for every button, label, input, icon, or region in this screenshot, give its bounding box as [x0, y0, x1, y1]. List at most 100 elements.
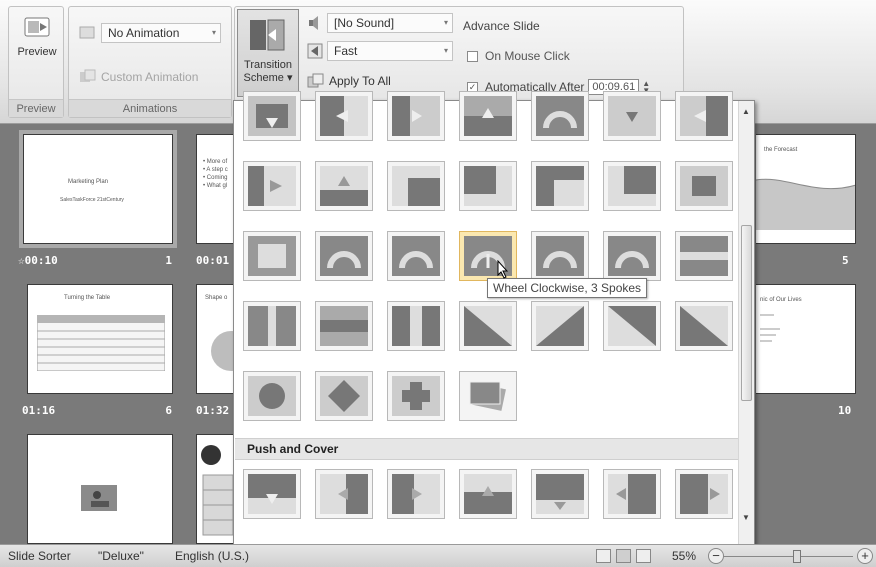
scroll-up-icon[interactable]: ▲: [742, 107, 750, 116]
slide-1-title: Marketing Plan: [68, 179, 109, 185]
slide-thumbnail-12[interactable]: [196, 434, 236, 544]
slide-thumbnail-10[interactable]: nic of Our Lives: [756, 284, 856, 394]
apply-to-all-button[interactable]: Apply To All: [307, 73, 391, 89]
slide-1-number: 1: [165, 254, 172, 267]
transition-strips-icon: [608, 306, 656, 346]
transition-arrow-icon: [320, 96, 368, 136]
transition-box-icon: [248, 236, 296, 276]
transition-tile[interactable]: [387, 231, 445, 281]
cover-left-icon: [608, 474, 656, 514]
transition-tile[interactable]: [387, 301, 445, 351]
custom-animation-button[interactable]: Custom Animation: [79, 69, 198, 85]
transition-tile[interactable]: [675, 91, 733, 141]
slide-thumbnail-6[interactable]: Turning the Table: [27, 284, 173, 394]
transition-tile[interactable]: [315, 371, 373, 421]
push-and-cover-heading: Push and Cover: [235, 438, 738, 460]
zoom-out-icon[interactable]: −: [708, 548, 724, 564]
normal-view-button[interactable]: [596, 549, 611, 563]
transition-tile[interactable]: [531, 91, 589, 141]
slide-7-time: 01:32: [196, 404, 230, 417]
transition-tile[interactable]: [675, 161, 733, 211]
transition-tile[interactable]: [459, 469, 517, 519]
transition-tile[interactable]: [243, 371, 301, 421]
transition-tile[interactable]: [531, 231, 589, 281]
preview-group: Preview Preview: [8, 6, 64, 118]
transition-strips-icon: [464, 306, 512, 346]
scroll-down-icon[interactable]: ▼: [742, 513, 750, 522]
transition-tile[interactable]: [243, 301, 301, 351]
transition-tile[interactable]: [387, 371, 445, 421]
slide-show-view-button[interactable]: [636, 549, 651, 563]
transition-tile[interactable]: [531, 301, 589, 351]
transition-tile[interactable]: [603, 161, 661, 211]
slide-2-time: 00:01: [196, 254, 230, 267]
zoom-slider-knob[interactable]: [793, 550, 801, 563]
animate-icon: [79, 26, 95, 39]
speed-select[interactable]: Fast ▾: [327, 41, 453, 61]
transition-tile[interactable]: [315, 231, 373, 281]
transition-tile[interactable]: [387, 161, 445, 211]
transition-split-icon: [320, 306, 368, 346]
slide-7-shape: [211, 331, 236, 371]
sound-select[interactable]: [No Sound] ▾: [327, 13, 453, 33]
wheel-icon: [608, 236, 656, 276]
transition-tile[interactable]: [315, 301, 373, 351]
transition-tile[interactable]: [315, 91, 373, 141]
transition-tile[interactable]: [459, 91, 517, 141]
on-mouse-click-checkbox[interactable]: [467, 50, 478, 62]
transition-tile[interactable]: [603, 91, 661, 141]
zoom-slider-track[interactable]: [723, 556, 853, 557]
transition-tile[interactable]: [243, 161, 301, 211]
transition-tile[interactable]: [387, 469, 445, 519]
transition-tile[interactable]: [603, 301, 661, 351]
transition-strips-icon: [680, 306, 728, 346]
transition-scheme-button[interactable]: Transition Scheme ▾: [237, 9, 299, 97]
zoom-in-icon[interactable]: +: [857, 548, 873, 564]
slide-2-bullet-1: • More of: [203, 159, 228, 165]
on-mouse-click-option[interactable]: On Mouse Click: [467, 49, 570, 63]
slide-6-number: 6: [165, 404, 172, 417]
transition-tile[interactable]: [675, 301, 733, 351]
zoom-level[interactable]: 55%: [672, 545, 696, 567]
slide-thumbnail-1[interactable]: Marketing Plan SalesTaskForce 21stCentur…: [19, 130, 177, 248]
transition-tile[interactable]: [387, 91, 445, 141]
transition-tile[interactable]: [531, 469, 589, 519]
preview-button[interactable]: Preview: [13, 15, 61, 58]
status-language[interactable]: English (U.S.): [175, 545, 249, 567]
push-up-icon: [464, 474, 512, 514]
slide-sorter-view-button[interactable]: [616, 549, 631, 563]
transition-tile[interactable]: [315, 161, 373, 211]
transition-tile[interactable]: [243, 469, 301, 519]
transition-corner-icon: [464, 166, 512, 206]
transition-tile[interactable]: [603, 231, 661, 281]
transition-corner-icon: [536, 166, 584, 206]
push-left-icon: [320, 474, 368, 514]
slide-1-meta: ☆00:10 1: [18, 254, 178, 270]
slide-thumbnail-2[interactable]: • More of • A step c • Coming • What gl: [196, 134, 236, 244]
status-view-name: Slide Sorter: [8, 549, 71, 563]
transition-tile[interactable]: [459, 161, 517, 211]
slide-5-chart: [756, 178, 855, 230]
cover-down-icon: [536, 474, 584, 514]
animate-row[interactable]: [79, 25, 97, 41]
transition-tile[interactable]: [603, 469, 661, 519]
scrollbar-thumb[interactable]: [741, 225, 752, 401]
slide-2-bullet-2: • A step c: [203, 167, 228, 173]
transition-tile[interactable]: [459, 371, 517, 421]
transition-tile[interactable]: [459, 301, 517, 351]
gallery-scrollbar[interactable]: ▲ ▼: [738, 101, 754, 547]
slide-thumbnail-5[interactable]: the Forecast: [756, 134, 856, 244]
slide-thumbnail-11[interactable]: [27, 434, 173, 544]
animation-select-value: No Animation: [108, 26, 180, 40]
push-down-icon: [248, 474, 296, 514]
transition-tile[interactable]: [675, 231, 733, 281]
transition-arrow-icon: [680, 96, 728, 136]
slide-thumbnail-7[interactable]: Shape o: [196, 284, 236, 394]
transition-group: Transition Scheme ▾ [No Sound] ▾ Fast ▾ …: [234, 6, 684, 102]
transition-tile[interactable]: [243, 231, 301, 281]
transition-tile[interactable]: [675, 469, 733, 519]
transition-tile[interactable]: [243, 91, 301, 141]
animation-select[interactable]: No Animation ▾: [101, 23, 221, 43]
transition-tile[interactable]: [315, 469, 373, 519]
transition-tile[interactable]: [531, 161, 589, 211]
